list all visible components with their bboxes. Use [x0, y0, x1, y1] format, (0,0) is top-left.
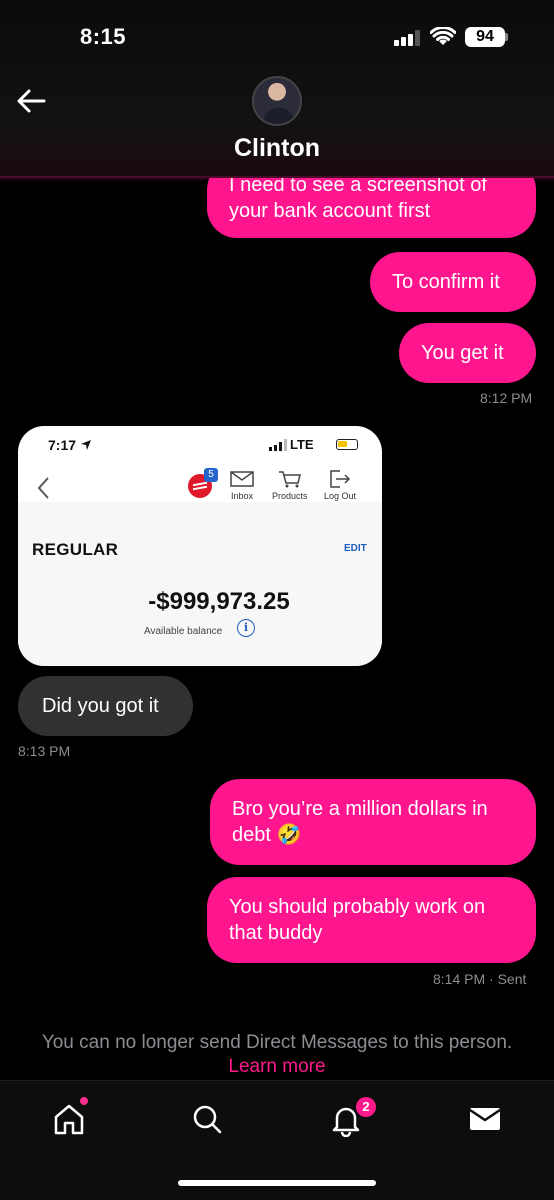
- shared-badge-count: 5: [204, 468, 218, 482]
- shared-available-label: Available balance: [144, 626, 223, 637]
- shared-battery-icon: [336, 439, 358, 450]
- info-icon: i: [237, 619, 255, 637]
- battery-indicator: 94: [465, 27, 505, 47]
- status-time: 8:15: [80, 24, 127, 49]
- signal-icon: [394, 30, 422, 46]
- home-icon[interactable]: [51, 1101, 87, 1137]
- shared-network-label: LTE: [290, 437, 314, 452]
- message-timestamp: 8:13 PM: [18, 743, 71, 759]
- location-arrow-icon: [81, 440, 91, 450]
- back-arrow-icon[interactable]: [14, 86, 48, 116]
- header-divider: [0, 176, 554, 182]
- contact-name[interactable]: Clinton: [0, 134, 554, 163]
- shared-balance: -$999,973.25: [148, 588, 290, 615]
- shared-nav-products: Products: [272, 470, 308, 501]
- conversation-header: 8:15 94 Clinton: [0, 0, 554, 178]
- message-bubble-sent[interactable]: You get it: [399, 323, 536, 383]
- shared-nav-inbox: Inbox: [230, 470, 254, 501]
- learn-more-link[interactable]: Learn more: [0, 1056, 554, 1078]
- logout-icon: [330, 470, 351, 488]
- shared-account-panel: REGULAR EDIT -$999,973.25 Available bala…: [18, 502, 382, 666]
- message-timestamp: 8:14 PM · Sent: [433, 971, 526, 987]
- battery-nub: [505, 33, 508, 41]
- shared-nav-products-label: Products: [272, 491, 308, 501]
- shared-nav-logout: Log Out: [324, 470, 356, 501]
- message-bubble-sent[interactable]: Bro you’re a million dollars in debt 🤣: [210, 779, 536, 865]
- message-bubble-sent[interactable]: You should probably work on that buddy: [207, 877, 536, 963]
- shared-nav-inbox-label: Inbox: [230, 491, 254, 501]
- mail-icon[interactable]: [467, 1101, 503, 1137]
- shared-edit-link: EDIT: [344, 543, 367, 554]
- message-bubble-received[interactable]: Did you got it: [18, 676, 193, 736]
- envelope-outline-icon: [230, 471, 254, 487]
- status-bar: 8:15 94: [0, 0, 554, 70]
- shared-signal-icon: [269, 439, 287, 451]
- cart-icon: [278, 471, 301, 488]
- dm-restricted-notice: You can no longer send Direct Messages t…: [41, 1032, 513, 1053]
- avatar[interactable]: [252, 76, 302, 126]
- message-timestamp: 8:12 PM: [480, 390, 533, 406]
- shared-image-status-bar: 7:17 LTE: [18, 426, 382, 466]
- home-notification-dot: [80, 1097, 88, 1105]
- message-time: 8:14 PM: [433, 971, 486, 987]
- wifi-icon: [430, 27, 456, 45]
- shared-image[interactable]: 7:17 LTE 5 Inbox Products Log Out REGULA…: [18, 426, 382, 666]
- home-indicator[interactable]: [178, 1180, 376, 1186]
- notifications-badge: 2: [356, 1097, 376, 1117]
- message-sent-status: · Sent: [489, 971, 527, 987]
- search-icon[interactable]: [189, 1101, 225, 1137]
- message-bubble-sent[interactable]: To confirm it: [370, 252, 536, 312]
- shared-nav-logout-label: Log Out: [324, 491, 357, 501]
- shared-image-time: 7:17: [48, 437, 77, 453]
- shared-account-name: REGULAR: [32, 540, 119, 559]
- shared-back-chevron-icon: [37, 477, 49, 499]
